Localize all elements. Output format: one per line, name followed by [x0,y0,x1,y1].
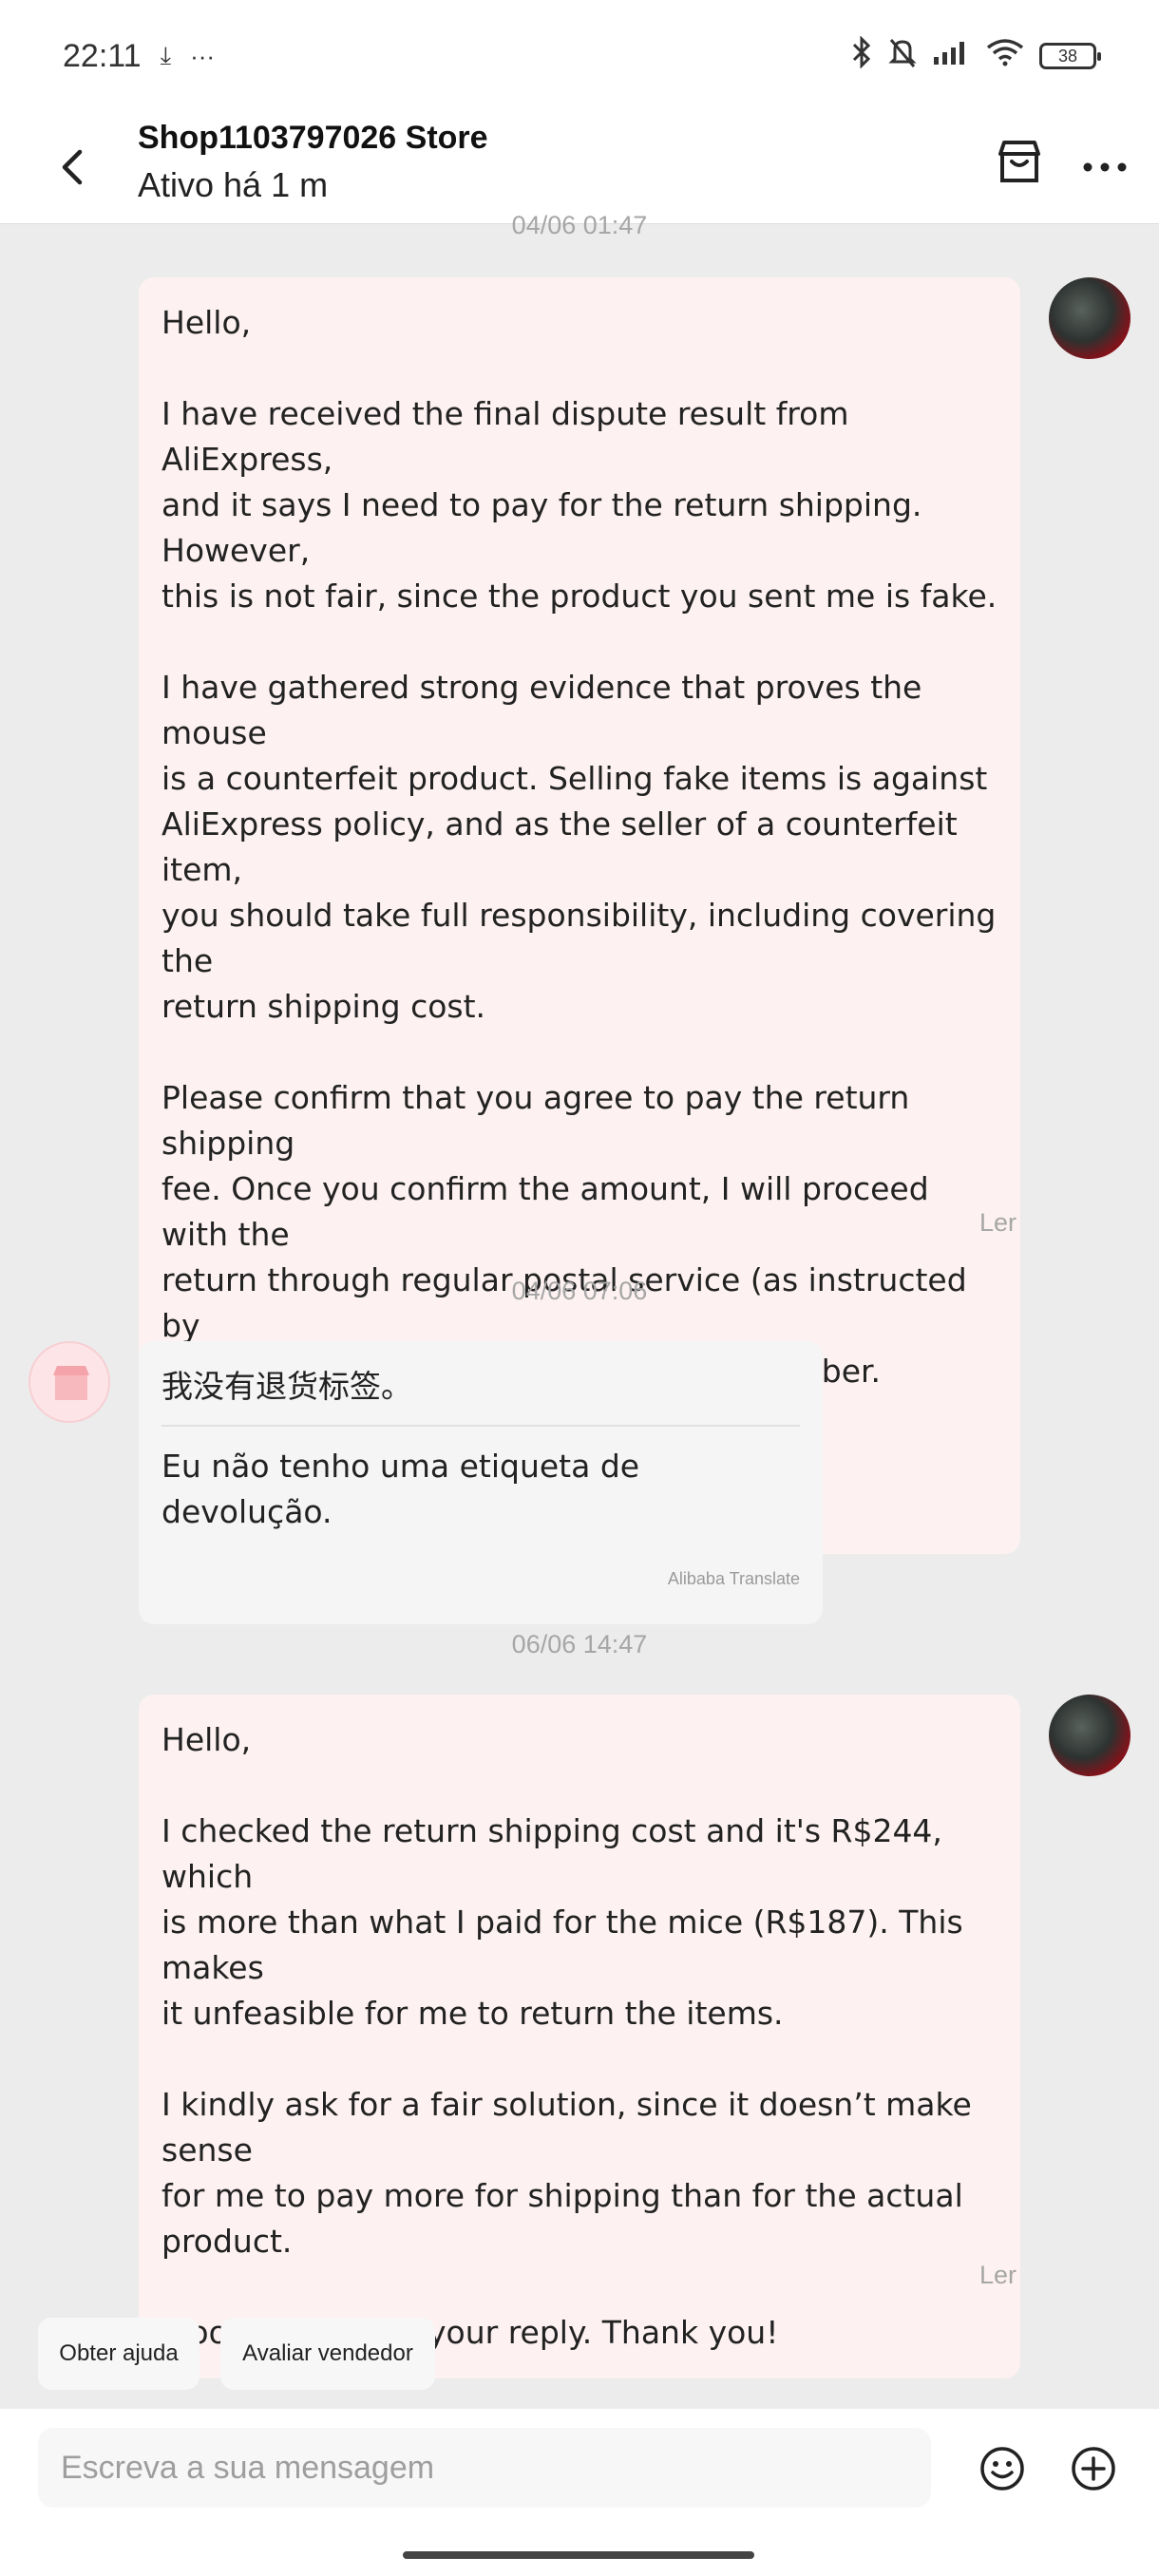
original-message-text: 我没有退货标签。 [162,1364,800,1427]
message-line: it unfeasible for me to return the items… [162,1995,784,2032]
more-horizontal-icon [1083,162,1127,172]
message-line: I kindly ask for a fair solution, since … [162,2086,982,2169]
battery-indicator: 38 [1039,43,1101,69]
home-indicator[interactable] [403,2551,754,2559]
emoji-icon [980,2447,1024,2491]
message-line: I have gathered strong evidence that pro… [162,669,932,751]
attach-button[interactable] [1070,2445,1117,2492]
incoming-message-bubble[interactable]: 我没有退货标签。 Eu não tenho uma etiqueta de de… [139,1341,823,1624]
signal-icon [933,38,971,74]
message-line: I have received the final dispute result… [162,395,859,478]
user-avatar[interactable] [1049,277,1130,359]
message-line: fee. Once you confirm the amount, I will… [162,1170,940,1253]
status-bar: 22:11 ⤓ ··· 38 [0,0,1159,112]
plus-circle-icon [1072,2447,1115,2491]
back-button[interactable] [46,141,99,194]
message-line [162,346,998,391]
message-line [162,619,998,665]
download-icon: ⤓ [160,41,172,69]
user-avatar[interactable] [1049,1695,1130,1776]
message-line [162,1030,998,1075]
store-icon [998,141,1040,182]
message-line: return shipping cost. [162,988,486,1025]
message-line: and it says I need to pay for the return… [162,486,932,569]
message-line: Please confirm that you agree to pay the… [162,1079,920,1162]
store-active-status: Ativo há 1 m [138,165,329,204]
wifi-icon [986,38,1024,74]
message-input[interactable] [38,2428,931,2508]
more-options-button[interactable] [1078,141,1131,194]
message-line: product. [162,2223,293,2260]
outgoing-message-bubble[interactable]: Hello, I checked the return shipping cos… [139,1695,1020,2378]
get-help-button[interactable]: Obter ajuda [38,2318,200,2390]
message-line: is a counterfeit product. Selling fake i… [162,760,988,797]
seller-avatar[interactable] [28,1341,110,1423]
message-line: for me to pay more for shipping than for… [162,2177,963,2214]
message-line: Hello, [162,304,252,341]
message-line: is more than what I paid for the mice (R… [162,1904,974,1986]
shop-icon [53,1366,89,1400]
more-dots-icon: ··· [190,41,216,70]
message-timestamp: 04/06 01:47 [511,211,648,239]
message-timestamp: 06/06 14:47 [511,1630,648,1658]
bluetooth-icon [851,35,872,76]
message-timestamp: 04/06 07:06 [511,1277,648,1305]
message-line: you should take full responsibility, inc… [162,897,1006,979]
store-name[interactable]: Shop1103797026 Store [138,120,488,157]
translated-message-text: Eu não tenho uma etiqueta de devolução. [162,1448,640,1530]
message-line [162,2264,998,2310]
emoji-button[interactable] [978,2445,1026,2492]
read-receipt: Ler [978,1208,1016,1237]
message-line [162,1763,998,1809]
status-icons: 38 [851,35,1101,76]
message-line: AliExpress policy, and as the seller of … [162,805,968,888]
read-receipt: Ler [978,2261,1016,2289]
rate-seller-button[interactable]: Avaliar vendedor [220,2318,435,2390]
chevron-left-icon [62,149,83,185]
message-line: I checked the return shipping cost and i… [162,1812,953,1895]
translation-credit: Alibaba Translate [667,1569,800,1588]
mute-bell-icon [887,36,918,76]
message-line: Hello, [162,1721,252,1758]
status-time: 22:11 [63,37,142,74]
message-line [162,2036,998,2082]
message-line: this is not fair, since the product you … [162,578,998,615]
chat-header: Shop1103797026 Store Ativo há 1 m [0,112,1159,224]
store-button[interactable] [993,135,1046,192]
